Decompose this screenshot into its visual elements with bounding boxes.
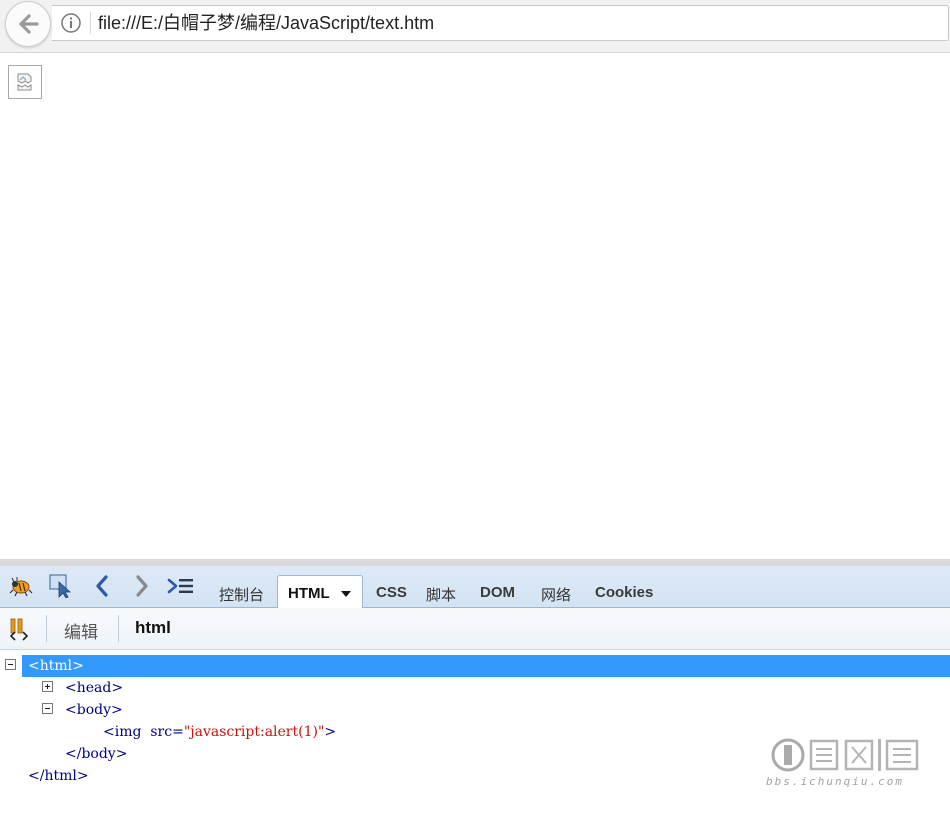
previous-icon[interactable] <box>91 574 115 598</box>
info-icon[interactable] <box>60 12 82 34</box>
next-icon[interactable] <box>129 574 153 598</box>
toolbar-separator <box>46 615 47 642</box>
tree-node-html[interactable]: <html> <box>28 655 84 677</box>
tab-dom[interactable]: DOM <box>480 584 515 601</box>
back-arrow-icon <box>19 14 39 34</box>
url-separator <box>90 12 91 34</box>
html-close-tag: </html> <box>28 768 89 784</box>
break-on-mutate-icon[interactable] <box>9 617 33 641</box>
toolbar-separator <box>118 615 119 642</box>
html-open-tag: <html> <box>28 658 84 674</box>
img-close-bracket: > <box>324 724 337 740</box>
firebug-html-toolbar: 编辑 html <box>0 608 950 650</box>
tab-cookies[interactable]: Cookies <box>595 584 653 601</box>
tree-node-body-close: </body> <box>65 743 127 765</box>
ichunqiu-logo-icon <box>771 738 919 772</box>
collapse-toggle-icon[interactable] <box>5 659 16 670</box>
url-text[interactable]: file:///E:/白帽子梦/编程/JavaScript/text.htm <box>98 12 434 34</box>
body-open-tag: <body> <box>65 702 123 718</box>
inspect-element-icon[interactable] <box>49 574 73 598</box>
watermark-url: bbs.ichunqiu.com <box>766 775 904 788</box>
collapse-toggle-icon[interactable] <box>42 703 53 714</box>
watermark-logo: bbs.ichunqiu.com <box>766 735 926 791</box>
command-line-icon[interactable] <box>167 574 195 598</box>
firebug-splitter[interactable] <box>0 559 950 566</box>
body-close-tag: </body> <box>65 746 128 762</box>
expand-toggle-icon[interactable] <box>42 681 53 692</box>
tree-node-img[interactable]: <img src="javascript:alert(1)"> <box>103 721 336 743</box>
tree-node-head[interactable]: <head> <box>65 677 123 699</box>
url-bar[interactable]: file:///E:/白帽子梦/编程/JavaScript/text.htm <box>52 5 949 41</box>
tab-html[interactable]: HTML <box>277 575 363 608</box>
firebug-tab-bar: 控制台 HTML CSS 脚本 DOM 网络 Cookies <box>0 566 950 608</box>
img-tag: <img <box>103 724 142 740</box>
tab-html-label: HTML <box>288 585 330 602</box>
head-tag: <head> <box>65 680 124 696</box>
breadcrumb-html[interactable]: html <box>135 618 171 638</box>
broken-image-icon <box>17 73 32 91</box>
firebug-icon[interactable] <box>9 574 33 598</box>
edit-button[interactable]: 编辑 <box>64 618 98 643</box>
back-button[interactable] <box>5 1 51 47</box>
dropdown-caret-icon[interactable] <box>341 591 351 597</box>
tree-node-body[interactable]: <body> <box>65 699 123 721</box>
img-attr-name: src= <box>150 724 184 740</box>
tab-script[interactable]: 脚本 <box>426 584 456 605</box>
selected-row-highlight <box>22 655 950 677</box>
tab-css[interactable]: CSS <box>376 584 407 601</box>
tab-console[interactable]: 控制台 <box>219 584 264 605</box>
browser-toolbar: file:///E:/白帽子梦/编程/JavaScript/text.htm <box>0 0 950 53</box>
tree-node-html-close: </html> <box>28 765 89 787</box>
broken-image <box>8 65 42 99</box>
tab-network[interactable]: 网络 <box>541 584 571 605</box>
img-attr-value: "javascript:alert(1)" <box>183 724 325 740</box>
